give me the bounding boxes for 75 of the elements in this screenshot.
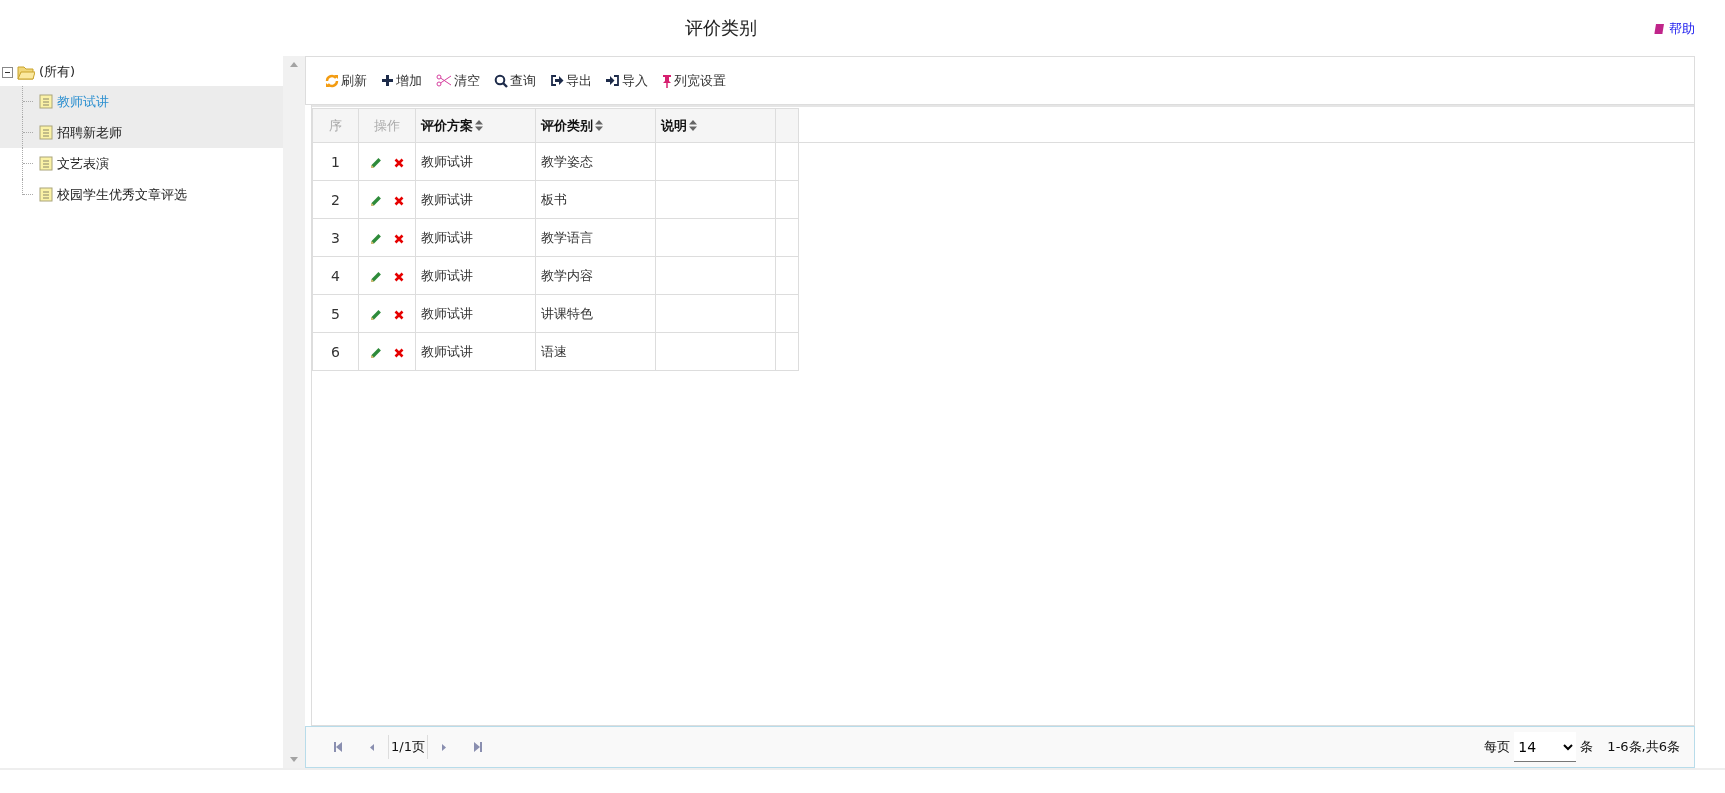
page-indicator: 1/1页 [388,735,428,759]
tree-item[interactable]: 校园学生优秀文章评选 [0,179,283,210]
last-page-icon[interactable] [473,742,482,752]
table-cell: 1 [312,142,359,181]
table-cell: 讲课特色 [535,294,656,333]
tree-root[interactable]: (所有) [0,58,283,86]
pin-icon [662,73,672,88]
delete-icon[interactable] [394,233,404,244]
export-button[interactable]: 导出 [545,69,597,92]
scrollbar[interactable] [283,56,305,768]
table-cell: 教学语言 [535,218,656,257]
import-button[interactable]: 导入 [601,69,653,92]
column-header[interactable]: 说明 [655,108,776,143]
table-cell: 板书 [535,180,656,219]
delete-icon[interactable] [394,271,404,282]
pencil-icon[interactable] [370,156,382,169]
column-header[interactable]: 评价方案 [415,108,536,143]
delete-icon[interactable] [394,195,404,206]
table-cell: 教师试讲 [415,256,536,295]
previous-page-icon[interactable] [370,743,374,751]
table-cell: 6 [312,332,359,371]
unit-label: 条 [1580,738,1594,756]
table-cell: 语速 [535,332,656,371]
help-link[interactable]: 帮助 [1654,20,1695,38]
delete-icon[interactable] [394,157,404,168]
table-cell: 教师试讲 [415,332,536,371]
import-icon [606,74,620,87]
sort-icon [595,120,603,131]
table-cell: 教学内容 [535,256,656,295]
per-page-label: 每页 [1484,738,1511,756]
tree-item[interactable]: 招聘新老师 [0,117,283,148]
table-cell: 4 [312,256,359,295]
record-summary: 1-6条,共6条 [1607,738,1680,756]
pencil-icon[interactable] [370,308,382,321]
search-button[interactable]: 查询 [489,69,541,92]
first-page-icon[interactable] [334,742,342,752]
table-cell: 教师试讲 [415,142,536,181]
pin-button[interactable]: 列宽设置 [657,69,731,92]
sort-icon [475,120,483,131]
document-icon [39,187,53,202]
pencil-icon[interactable] [370,270,382,283]
book-icon [1654,23,1665,35]
table-cell: 教师试讲 [415,180,536,219]
column-header: 操作 [358,108,416,143]
refresh-button[interactable]: 刷新 [320,69,372,92]
table-cell: 教学姿态 [535,142,656,181]
add-button[interactable]: 增加 [376,69,427,92]
clear-button[interactable]: 清空 [431,69,485,92]
search-icon [494,73,508,88]
pencil-icon[interactable] [370,346,382,359]
folder-icon [17,64,35,80]
column-header: 序 [312,108,359,143]
collapse-toggle-icon[interactable] [2,66,13,78]
page-title: 评价类别 [685,16,757,40]
export-icon [550,74,564,87]
document-icon [39,94,53,109]
table-cell: 2 [312,180,359,219]
page-size-select[interactable]: 14 [1514,732,1577,762]
plus-icon [381,74,394,87]
tree-item[interactable]: 文艺表演 [0,148,283,179]
pencil-icon[interactable] [370,232,382,245]
delete-icon[interactable] [394,309,404,320]
table-cell: 教师试讲 [415,218,536,257]
delete-icon[interactable] [394,347,404,358]
document-icon [39,156,53,171]
pencil-icon[interactable] [370,194,382,207]
table-cell: 3 [312,218,359,257]
table-cell: 教师试讲 [415,294,536,333]
table-cell: 5 [312,294,359,333]
sort-icon [689,120,697,131]
scissors-icon [436,74,452,87]
next-page-icon[interactable] [441,743,446,751]
refresh-icon [325,73,339,88]
document-icon [39,125,53,140]
column-header[interactable]: 评价类别 [535,108,656,143]
